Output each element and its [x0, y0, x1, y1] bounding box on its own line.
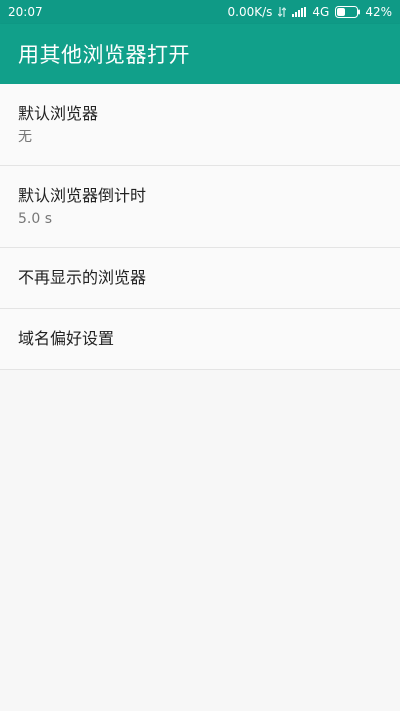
battery-percent: 42%: [365, 5, 392, 19]
signal-icon: [292, 7, 307, 17]
status-bar: 20:07 0.00K/s 4G 42%: [0, 0, 400, 24]
setting-default-browser[interactable]: 默认浏览器 无: [0, 84, 400, 166]
net-speed: 0.00K/s: [227, 5, 273, 19]
setting-default-browser-countdown[interactable]: 默认浏览器倒计时 5.0 s: [0, 166, 400, 248]
battery-indicator: 42%: [335, 5, 392, 19]
setting-summary: 5.0 s: [18, 211, 53, 227]
setting-title: 默认浏览器倒计时: [18, 186, 147, 205]
setting-title: 域名偏好设置: [18, 329, 115, 348]
setting-domain-preferences[interactable]: 域名偏好设置: [0, 309, 400, 370]
setting-title: 不再显示的浏览器: [18, 268, 147, 287]
setting-summary: 无: [18, 129, 32, 145]
data-transfer-icon: [278, 6, 287, 18]
battery-icon: [335, 6, 361, 18]
status-indicators: 0.00K/s 4G 42%: [228, 5, 393, 19]
setting-title: 默认浏览器: [18, 104, 99, 123]
network-type: 4G: [312, 5, 330, 19]
app-bar: 用其他浏览器打开: [0, 24, 400, 84]
page-title: 用其他浏览器打开: [18, 43, 190, 67]
setting-hidden-browsers[interactable]: 不再显示的浏览器: [0, 248, 400, 309]
settings-list: 默认浏览器 无 默认浏览器倒计时 5.0 s 不再显示的浏览器 域名偏好设置: [0, 84, 400, 370]
status-time: 20:07: [8, 5, 43, 19]
